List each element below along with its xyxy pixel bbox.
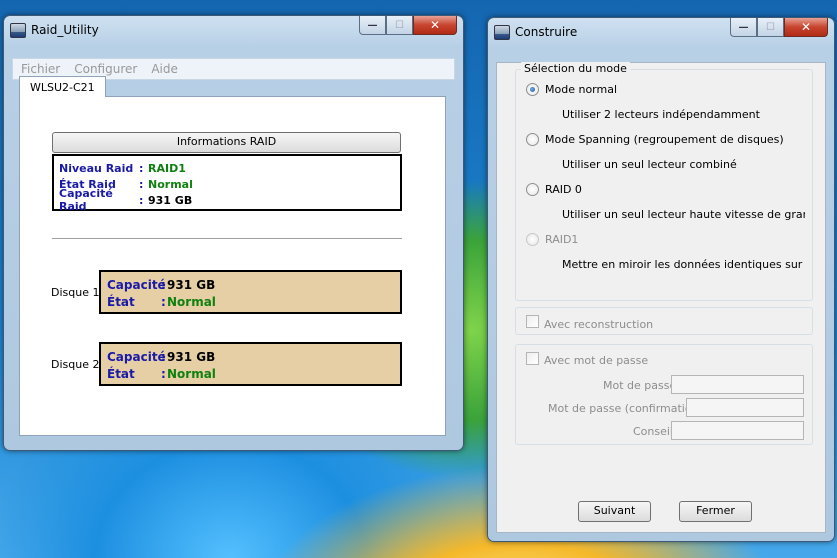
disk-etat-label: État	[107, 294, 135, 309]
maximize-icon: ☐	[395, 19, 404, 31]
minimize-button[interactable]: —	[359, 16, 386, 35]
raid-info-box: Niveau Raid : RAID1 État Raid : Normal C…	[52, 154, 402, 213]
title-bar[interactable]: Construire — ☐ ✕	[488, 18, 834, 46]
capacite-raid-label: Capacité Raid	[59, 187, 113, 213]
separator-colon: :	[139, 161, 144, 175]
informations-raid-button[interactable]: Informations RAID	[52, 132, 401, 153]
password-label: Mot de passe	[603, 379, 677, 392]
disque-2-box: Capacité : 931 GB État : Normal	[99, 342, 402, 386]
disk-etat-value: Normal	[167, 294, 216, 309]
maximize-button[interactable]: ☐	[757, 18, 784, 37]
niveau-raid-value: RAID1	[148, 161, 186, 175]
disk-capacite-value: 931 GB	[167, 277, 216, 292]
mode-normal-label[interactable]: Mode normal	[545, 83, 617, 96]
fermer-button[interactable]: Fermer	[679, 501, 752, 522]
minimize-icon: —	[367, 19, 378, 31]
raid-utility-window: Raid_Utility — ☐ ✕ Fichier Configurer Ai…	[3, 15, 464, 451]
separator-colon: :	[139, 193, 144, 207]
disque-1-label: Disque 1	[51, 286, 100, 299]
mode-normal-description: Utiliser 2 lecteurs indépendamment	[562, 108, 760, 121]
raid0-label[interactable]: RAID 0	[545, 183, 582, 196]
tab-wlsu2-c21[interactable]: WLSU2-C21	[19, 76, 106, 97]
password-group-label[interactable]: Avec mot de passe	[544, 354, 648, 367]
disk-etat-value: Normal	[167, 366, 216, 381]
mode-normal-radio[interactable]	[526, 83, 539, 96]
construire-window: Construire — ☐ ✕ Sélection du mode Mode …	[487, 17, 835, 542]
mode-selection-title: Sélection du mode	[521, 62, 630, 75]
dialog-body: Sélection du mode Mode normal Utiliser 2…	[496, 62, 826, 533]
raid1-description: Mettre en miroir les données identiques …	[562, 258, 805, 271]
mode-spanning-description: Utiliser un seul lecteur combiné	[562, 158, 737, 171]
etat-raid-value: Normal	[148, 177, 193, 191]
disk-capacite-value: 931 GB	[167, 349, 216, 364]
close-icon: ✕	[429, 18, 441, 32]
mode-spanning-radio[interactable]	[526, 133, 539, 146]
disque-2-label: Disque 2	[51, 358, 100, 371]
window-title: Raid_Utility	[31, 23, 99, 37]
capacite-raid-value: 931 GB	[148, 193, 193, 207]
raid-app-icon	[10, 23, 26, 38]
construire-app-icon	[494, 25, 510, 40]
reconstruction-checkbox[interactable]	[526, 315, 539, 328]
title-bar[interactable]: Raid_Utility — ☐ ✕	[4, 16, 463, 44]
raid1-radio[interactable]	[526, 233, 539, 246]
disk-capacite-label: Capacité	[107, 349, 166, 364]
close-icon: ✕	[800, 20, 812, 34]
mode-spanning-label[interactable]: Mode Spanning (regroupement de disques)	[545, 133, 784, 146]
menu-configurer[interactable]: Configurer	[74, 62, 137, 76]
password-confirm-field[interactable]	[686, 398, 804, 417]
password-checkbox[interactable]	[526, 352, 539, 365]
hint-field[interactable]	[671, 421, 804, 440]
maximize-icon: ☐	[766, 21, 775, 33]
menu-aide[interactable]: Aide	[151, 62, 178, 76]
raid0-description: Utiliser un seul lecteur haute vitesse d…	[562, 208, 805, 221]
reconstruction-label[interactable]: Avec reconstruction	[544, 318, 653, 331]
disk-capacite-label: Capacité	[107, 277, 166, 292]
disque-1-box: Capacité : 931 GB État : Normal	[99, 270, 402, 314]
minimize-button[interactable]: —	[730, 18, 757, 37]
password-field[interactable]	[671, 375, 804, 394]
hint-label: Conseil	[633, 425, 673, 438]
divider	[52, 238, 402, 239]
raid1-label[interactable]: RAID1	[545, 233, 578, 246]
password-confirm-label: Mot de passe (confirmation)	[548, 402, 703, 415]
close-button[interactable]: ✕	[413, 16, 457, 35]
window-title: Construire	[515, 25, 578, 39]
niveau-raid-label: Niveau Raid	[59, 161, 134, 175]
menu-fichier[interactable]: Fichier	[21, 62, 60, 76]
close-button[interactable]: ✕	[784, 18, 828, 37]
separator-colon: :	[139, 177, 144, 191]
disk-etat-label: État	[107, 366, 135, 381]
suivant-button[interactable]: Suivant	[578, 501, 651, 522]
maximize-button[interactable]: ☐	[386, 16, 413, 35]
minimize-icon: —	[738, 21, 749, 33]
raid0-radio[interactable]	[526, 183, 539, 196]
